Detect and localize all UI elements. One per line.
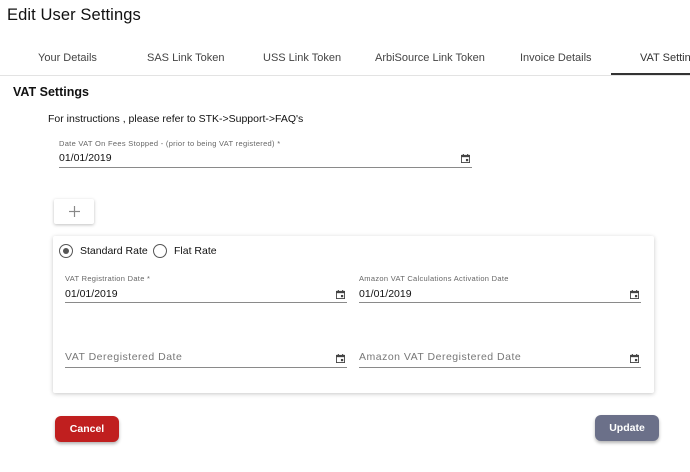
vat-registration-date-label: VAT Registration Date * — [65, 274, 151, 283]
amazon-activation-date-field[interactable]: Amazon VAT Calculations Activation Date … — [359, 272, 641, 303]
page-title: Edit User Settings — [7, 6, 141, 24]
add-vat-period-button[interactable] — [54, 199, 94, 224]
vat-registration-date-field[interactable]: VAT Registration Date * 01/01/2019 — [65, 272, 347, 303]
radio-circle — [153, 244, 167, 258]
flat-rate-label: Flat Rate — [174, 245, 217, 257]
plus-icon — [68, 206, 80, 217]
fees-stopped-date-field[interactable]: Date VAT On Fees Stopped - (prior to bei… — [59, 137, 472, 168]
amazon-deregistered-date-placeholder: Amazon VAT Deregistered Date — [359, 351, 522, 363]
calendar-icon[interactable] — [630, 354, 639, 363]
calendar-icon[interactable] — [461, 154, 470, 163]
cancel-button[interactable]: Cancel — [55, 416, 119, 442]
vat-registration-date-value: 01/01/2019 — [65, 288, 118, 300]
radio-circle-checked — [59, 244, 73, 258]
tab-arbisource-link-token[interactable]: ArbiSource Link Token — [375, 40, 485, 76]
vat-rate-card — [53, 236, 654, 393]
tab-invoice-details[interactable]: Invoice Details — [520, 40, 592, 76]
amazon-deregistered-date-field[interactable]: Amazon VAT Deregistered Date — [359, 344, 641, 368]
tab-uss-link-token[interactable]: USS Link Token — [263, 40, 341, 76]
tab-sas-link-token[interactable]: SAS Link Token — [147, 40, 224, 76]
standard-rate-radio[interactable]: Standard Rate — [59, 243, 148, 259]
calendar-icon[interactable] — [336, 290, 345, 299]
tab-your-details[interactable]: Your Details — [38, 40, 97, 76]
standard-rate-label: Standard Rate — [80, 245, 148, 257]
tab-bar: Your Details SAS Link Token USS Link Tok… — [0, 40, 690, 76]
tab-vat-settings[interactable]: VAT Settings — [640, 40, 690, 76]
fees-stopped-date-value: 01/01/2019 — [59, 152, 112, 164]
calendar-icon[interactable] — [630, 290, 639, 299]
section-title: VAT Settings — [13, 85, 89, 99]
vat-deregistered-date-placeholder: VAT Deregistered Date — [65, 351, 183, 363]
active-tab-indicator — [611, 73, 690, 75]
vat-deregistered-date-field[interactable]: VAT Deregistered Date — [65, 344, 347, 368]
fees-stopped-date-label: Date VAT On Fees Stopped - (prior to bei… — [59, 139, 281, 148]
calendar-icon[interactable] — [336, 354, 345, 363]
amazon-activation-date-label: Amazon VAT Calculations Activation Date — [359, 274, 509, 283]
amazon-activation-date-value: 01/01/2019 — [359, 288, 412, 300]
flat-rate-radio[interactable]: Flat Rate — [153, 243, 217, 259]
update-button[interactable]: Update — [595, 415, 659, 441]
instructions-text: For instructions , please refer to STK->… — [48, 113, 304, 125]
